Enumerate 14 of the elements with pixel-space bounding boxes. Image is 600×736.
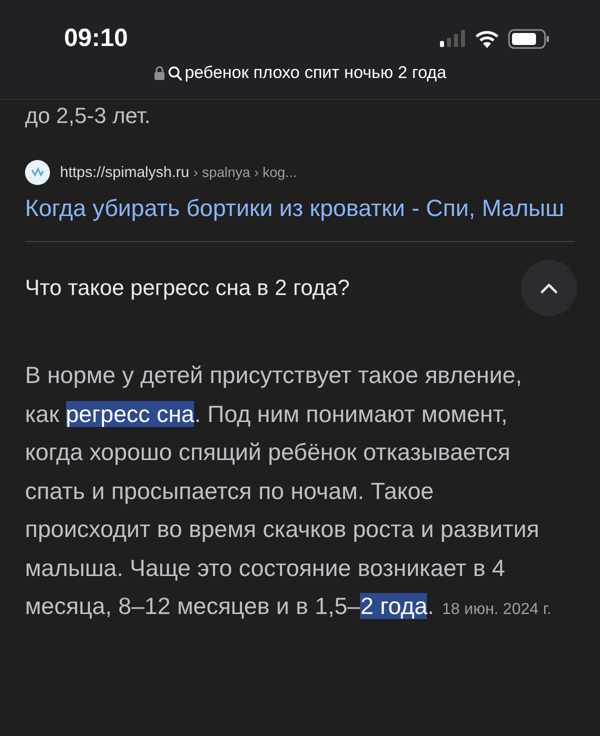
result-url: https://spimalysh.ru › spalnya › kog... [60, 164, 297, 181]
address-text[interactable]: ребенок плохо спит ночью 2 года [184, 63, 446, 83]
battery-icon [508, 28, 550, 48]
question-text: Что такое регресс сна в 2 года? [25, 275, 351, 301]
snippet-text: до 2,5-3 лет. [25, 102, 152, 130]
site-favicon-icon [25, 160, 50, 185]
chevron-icon [539, 282, 559, 294]
result-title-link[interactable]: Когда убирать бортики из кроватки - Спи, Малыш [25, 189, 575, 227]
clock-time: 09:10 [64, 24, 129, 53]
answer-paragraph: В норме у детей присутствует такое явление, как регресс сна. Под ним понимают момент, когда хорошо спящий ребёнок отказывается спать и просыпается по ночам. Такое происходит во время скачков роста и развития малыша. Чаще это состояние возникает в 4 месяца, 8–12 месяцев и в 1,5–2 года. 18 июн. 2024 г. [25, 361, 552, 621]
signal-icon [440, 30, 466, 48]
search-icon [168, 66, 182, 80]
lock-icon [154, 66, 165, 80]
wifi-icon [474, 29, 500, 48]
